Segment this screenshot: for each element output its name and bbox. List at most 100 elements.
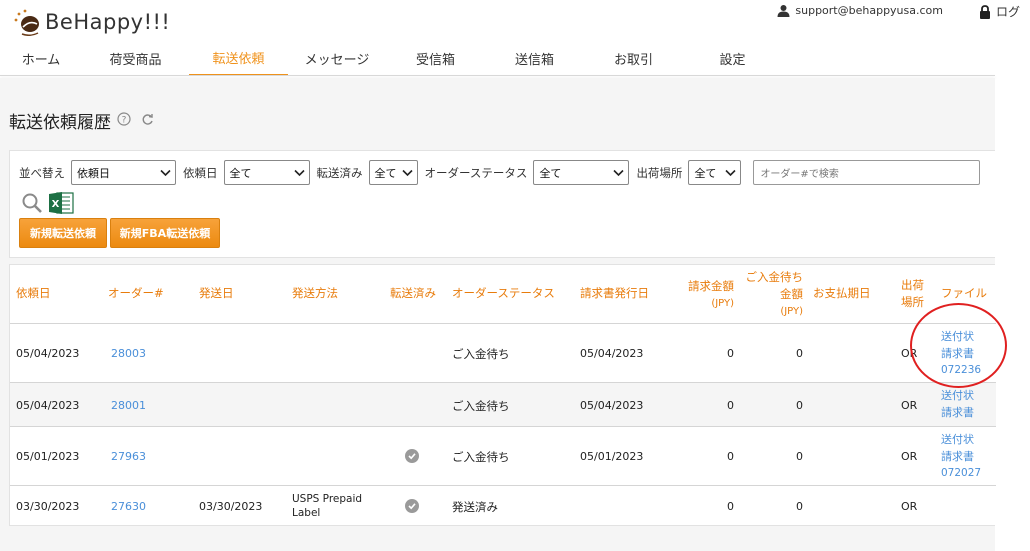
col-location[interactable]: 出荷 場所 bbox=[901, 277, 924, 311]
col-location-line2: 場所 bbox=[901, 295, 924, 309]
location-select[interactable]: 全て bbox=[688, 160, 742, 185]
cell-invoice-date: 05/01/2023 bbox=[580, 450, 644, 463]
nav-divider bbox=[0, 75, 995, 76]
cell-pending-amount: 0 bbox=[796, 347, 803, 360]
nav-home[interactable]: ホーム bbox=[0, 40, 82, 76]
sort-select[interactable]: 依頼日 bbox=[71, 160, 176, 185]
nav-inbox[interactable]: 受信箱 bbox=[386, 40, 485, 76]
file-links: 送付状 請求書 072027 bbox=[941, 431, 981, 482]
col-ship-method[interactable]: 発送方法 bbox=[292, 285, 338, 302]
user-icon bbox=[777, 5, 790, 17]
col-forwarded[interactable]: 転送済み bbox=[390, 285, 436, 302]
refresh-icon[interactable] bbox=[141, 111, 154, 131]
new-forward-request-button[interactable]: 新規転送依頼 bbox=[19, 218, 107, 248]
logout-label: ログ bbox=[995, 5, 1020, 19]
account-email[interactable]: support@behappyusa.com bbox=[777, 4, 943, 17]
order-search-input[interactable]: オーダー#で検索 bbox=[753, 160, 981, 185]
col-pending-line2: 金額 bbox=[780, 287, 803, 301]
annotation-circle bbox=[910, 303, 1007, 388]
order-link[interactable]: 27630 bbox=[111, 500, 146, 513]
chevron-down-icon bbox=[725, 169, 737, 177]
action-buttons: 新規転送依頼 新規FBA転送依頼 bbox=[19, 218, 223, 248]
cell-request-date: 05/01/2023 bbox=[16, 450, 80, 463]
cell-invoice-amount: 0 bbox=[727, 500, 734, 513]
cell-order-status: ご入金待ち bbox=[452, 347, 510, 361]
cell-pending-amount: 0 bbox=[796, 399, 803, 412]
tool-icons: X bbox=[21, 191, 74, 218]
filter-row: 並べ替え 依頼日 依頼日 全て 転送済み 全て オーダーステータス 全て 出荷場… bbox=[19, 160, 981, 185]
new-fba-forward-request-button[interactable]: 新規FBA転送依頼 bbox=[110, 218, 220, 248]
ship-method-line1: USPS Prepaid bbox=[292, 493, 363, 505]
forwarded-select[interactable]: 全て bbox=[368, 160, 418, 185]
col-order-no[interactable]: オーダー# bbox=[108, 285, 164, 302]
invoice-link[interactable]: 請求書 bbox=[941, 404, 974, 421]
cell-order-status: ご入金待ち bbox=[452, 399, 510, 413]
svg-text:?: ? bbox=[122, 115, 127, 125]
page-title-row: 転送依頼履歴 ? bbox=[9, 108, 154, 133]
excel-export-icon[interactable]: X bbox=[48, 191, 74, 218]
shipping-label-link[interactable]: 送付状 bbox=[941, 431, 981, 448]
chevron-down-icon bbox=[613, 169, 625, 177]
cell-invoice-date: 05/04/2023 bbox=[580, 347, 644, 360]
col-invoice-amount[interactable]: 請求金額 (JPY) bbox=[674, 278, 734, 312]
brand-logo[interactable]: BeHappy!!! bbox=[13, 8, 171, 37]
nav-forward-request[interactable]: 転送依頼 bbox=[189, 40, 288, 76]
forward-history-table: 依頼日 オーダー# 発送日 発送方法 転送済み オーダーステータス 請求書発行日… bbox=[9, 264, 996, 526]
date-label: 依頼日 bbox=[183, 165, 218, 180]
col-invoice-date[interactable]: 請求書発行日 bbox=[580, 285, 649, 302]
col-invoice-amount-line1: 請求金額 bbox=[688, 279, 734, 293]
chevron-down-icon bbox=[293, 169, 305, 177]
cell-pending-amount: 0 bbox=[796, 500, 803, 513]
sort-label: 並べ替え bbox=[19, 165, 65, 180]
col-pending-amount[interactable]: ご入金待ち 金額 (JPY) bbox=[738, 269, 804, 320]
cell-invoice-date: 05/04/2023 bbox=[580, 399, 644, 412]
nav-settings[interactable]: 設定 bbox=[683, 40, 782, 76]
location-label: 出荷場所 bbox=[636, 165, 683, 180]
cell-invoice-amount: 0 bbox=[727, 450, 734, 463]
lock-icon bbox=[979, 4, 990, 19]
search-icon[interactable] bbox=[21, 192, 43, 217]
col-due-date[interactable]: お支払期日 bbox=[813, 285, 871, 302]
file-number-link[interactable]: 072027 bbox=[941, 465, 981, 482]
shipping-label-link[interactable]: 送付状 bbox=[941, 387, 974, 404]
cell-pending-amount: 0 bbox=[796, 450, 803, 463]
date-select[interactable]: 全て bbox=[223, 160, 310, 185]
date-select-value: 全て bbox=[229, 166, 252, 180]
account-email-label: support@behappyusa.com bbox=[795, 4, 943, 17]
col-request-date[interactable]: 依頼日 bbox=[16, 285, 51, 302]
cell-location: OR bbox=[901, 399, 918, 412]
cell-location: OR bbox=[901, 450, 918, 463]
col-pending-line3: (JPY) bbox=[780, 306, 803, 317]
logout-link[interactable]: ログ bbox=[979, 3, 1020, 20]
cell-invoice-amount: 0 bbox=[727, 347, 734, 360]
app-header: BeHappy!!! support@behappyusa.com ログ ホーム… bbox=[0, 0, 1030, 78]
nav-outbox[interactable]: 送信箱 bbox=[485, 40, 584, 76]
chevron-down-icon bbox=[401, 169, 413, 177]
table-row: 03/30/2023 27630 03/30/2023 USPS Prepaid… bbox=[10, 486, 996, 526]
table-row: 05/04/2023 28003 ご入金待ち 05/04/2023 0 0 OR… bbox=[10, 324, 996, 383]
nav-messages[interactable]: メッセージ bbox=[288, 40, 386, 76]
col-pending-line1: ご入金待ち bbox=[745, 270, 804, 284]
cell-location: OR bbox=[901, 500, 918, 513]
cell-request-date: 05/04/2023 bbox=[16, 347, 80, 360]
invoice-link[interactable]: 請求書 bbox=[941, 448, 981, 465]
order-link[interactable]: 28001 bbox=[111, 399, 146, 412]
order-link[interactable]: 28003 bbox=[111, 347, 146, 360]
cell-ship-method: USPS Prepaid Label bbox=[292, 492, 362, 520]
col-files[interactable]: ファイル bbox=[941, 285, 987, 302]
status-label: オーダーステータス bbox=[424, 165, 528, 180]
coffee-bean-icon bbox=[13, 8, 43, 37]
help-icon[interactable]: ? bbox=[117, 111, 131, 131]
table-header: 依頼日 オーダー# 発送日 発送方法 転送済み オーダーステータス 請求書発行日… bbox=[10, 265, 996, 324]
col-order-status[interactable]: オーダーステータス bbox=[452, 285, 555, 302]
col-ship-date[interactable]: 発送日 bbox=[199, 285, 234, 302]
nav-transactions[interactable]: お取引 bbox=[584, 40, 683, 76]
order-link[interactable]: 27963 bbox=[111, 450, 146, 463]
cell-order-status: ご入金待ち bbox=[452, 450, 510, 464]
status-select[interactable]: 全て bbox=[533, 160, 630, 185]
svg-text:X: X bbox=[52, 199, 60, 210]
col-invoice-amount-line2: (JPY) bbox=[711, 298, 734, 309]
nav-received-items[interactable]: 荷受商品 bbox=[82, 40, 189, 76]
location-select-value: 全て bbox=[694, 166, 717, 180]
brand-name: BeHappy!!! bbox=[45, 10, 171, 34]
